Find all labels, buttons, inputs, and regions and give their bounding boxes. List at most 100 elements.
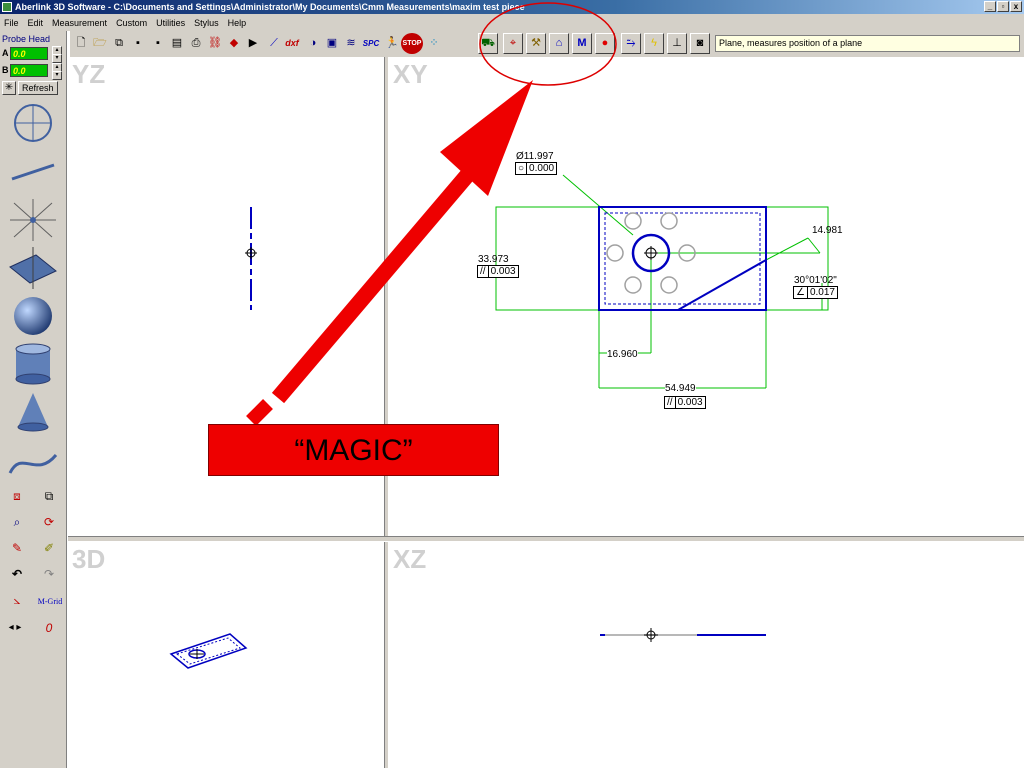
home-icon[interactable]: ⌂ — [549, 33, 569, 54]
point-feature-icon[interactable] — [6, 197, 60, 243]
cone-feature-icon[interactable] — [6, 389, 60, 435]
probe-a-field[interactable]: 0.0 — [10, 46, 48, 60]
xz-view-label: XZ — [393, 544, 427, 574]
bottom-parallel-symbol: // — [665, 397, 676, 408]
probe-b-field[interactable]: 0.0 — [10, 63, 48, 77]
refresh-row: ✳ Refresh — [2, 81, 58, 95]
menu-utilities[interactable]: Utilities — [156, 18, 185, 28]
save-icon[interactable]: ▪ — [130, 35, 146, 52]
spc-button[interactable]: SPC — [362, 35, 380, 52]
copy-icon[interactable]: ⧉ — [111, 35, 127, 52]
print-icon[interactable]: ⎙ — [188, 35, 204, 52]
chain-icon[interactable]: ⛓ — [207, 35, 223, 52]
xz-viewport[interactable]: XZ — [389, 542, 1024, 768]
main-toolbar: 🗋 🗁 ⧉ ▪ ▪ ▤ ⎙ ⛓ ◆ ▶ ⟋ dxf ◑ ▣ ≋ SPC 🏃 ST… — [70, 31, 1024, 57]
bottom-parallel-tolerance-box: // 0.003 — [664, 396, 706, 409]
report-icon[interactable]: ▤ — [169, 35, 185, 52]
sphere-feature-icon[interactable] — [6, 293, 60, 339]
m-button[interactable]: M — [572, 33, 592, 54]
rotate-view-icon[interactable]: ⟳ — [38, 513, 60, 531]
height-parallel-value: 0.003 — [490, 266, 516, 277]
save-as-icon[interactable]: ▪ — [150, 35, 166, 52]
right-dim-label: 14.981 — [812, 225, 843, 236]
maximize-button[interactable]: ▫ — [997, 1, 1009, 12]
refresh-button[interactable]: Refresh — [18, 81, 58, 95]
menu-help[interactable]: Help — [228, 18, 247, 28]
angle-tolerance-value: 0.017 — [809, 287, 835, 298]
window-title: Aberlink 3D Software - C:\Documents and … — [15, 2, 525, 12]
vertical-splitter[interactable] — [384, 57, 389, 768]
left-tool-panel: Probe Head A 0.0 ▴ ▾ B 0.0 ▴ ▾ ✳ Refresh — [0, 31, 67, 768]
angle-label: 30°01'02" — [794, 275, 837, 286]
circularity-symbol: ○ — [516, 163, 528, 174]
step-arrows-icon[interactable]: ◂ ▸ — [4, 619, 26, 637]
parallel-symbol: // — [478, 266, 489, 277]
angle-symbol: ∠ — [794, 287, 808, 298]
stop-button[interactable]: STOP — [401, 33, 423, 54]
menu-custom[interactable]: Custom — [116, 18, 147, 28]
probe-star-icon[interactable]: ✳ — [2, 81, 16, 95]
curve-feature-icon[interactable] — [6, 439, 60, 485]
3d-view-label: 3D — [72, 544, 106, 574]
zoom-icon[interactable]: ⌕ — [6, 513, 28, 531]
pen-icon[interactable]: ✐ — [38, 539, 60, 557]
bottom-parallel-value: 0.003 — [677, 397, 703, 408]
dxf-button[interactable]: dxf — [284, 35, 300, 52]
menu-bar: File Edit Measurement Custom Utilities S… — [0, 14, 1024, 31]
app-icon — [2, 2, 12, 12]
eraser-icon[interactable]: ✎ — [6, 539, 28, 557]
menu-measurement[interactable]: Measurement — [52, 18, 107, 28]
angle-tolerance-box: ∠ 0.017 — [793, 286, 838, 299]
horizontal-splitter[interactable] — [68, 536, 1024, 542]
close-button[interactable]: x — [1010, 1, 1022, 12]
status-field: Plane, measures position of a plane — [715, 35, 1020, 52]
view-fit-icon[interactable]: ⧈ — [6, 487, 28, 505]
palette-icon[interactable]: ◆ — [226, 35, 242, 52]
menu-stylus[interactable]: Stylus — [194, 18, 219, 28]
wave-icon[interactable]: ≋ — [343, 35, 359, 52]
magic-callout: “MAGIC” — [208, 424, 499, 476]
yz-view-label: YZ — [72, 59, 106, 89]
line-feature-icon[interactable] — [6, 149, 60, 195]
circularity-tolerance-box: ○ 0.000 — [515, 162, 558, 175]
plane-feature-icon[interactable] — [6, 245, 60, 291]
runner-icon[interactable]: 🏃 — [384, 35, 400, 52]
menu-edit[interactable]: Edit — [28, 18, 44, 28]
undo-icon[interactable]: ↶ — [6, 565, 28, 583]
xy-view-label: XY — [393, 59, 428, 89]
play-icon[interactable]: ▶ — [245, 35, 261, 52]
m-grid-button[interactable]: M-Grid — [34, 593, 66, 611]
zero-button[interactable]: 0 — [38, 619, 60, 637]
joystick-icon[interactable]: ⊥ — [667, 33, 687, 54]
measure-icon[interactable]: ⟋ — [266, 35, 282, 52]
cad-icon[interactable]: ◑ — [305, 35, 321, 52]
redo-icon[interactable]: ↷ — [38, 565, 60, 583]
bottom-small-dim-label: 16.960 — [607, 349, 638, 360]
circle-feature-icon[interactable] — [6, 100, 60, 146]
open-folder-icon[interactable]: 🗁 — [92, 35, 108, 52]
probe-a-row: A 0.0 — [2, 46, 48, 60]
lightning-icon[interactable]: ϟ — [644, 33, 664, 54]
probe-a-label: A — [2, 48, 9, 58]
probe-a-down-arrow-icon[interactable]: ▾ — [52, 54, 62, 63]
monitor-icon[interactable]: ▣ — [324, 35, 340, 52]
menu-file[interactable]: File — [4, 18, 19, 28]
minimize-button[interactable]: _ — [984, 1, 996, 12]
crosshair-button[interactable]: ⌖ — [503, 33, 523, 54]
probe-b-label: B — [2, 65, 9, 75]
view-copy-icon[interactable]: ⧉ — [38, 487, 60, 505]
probe-head-label: Probe Head — [2, 34, 51, 44]
camera-icon[interactable]: ◙ — [690, 33, 710, 54]
record-button[interactable]: ● — [595, 33, 615, 54]
cylinder-feature-icon[interactable] — [6, 341, 60, 387]
car-icon[interactable]: ⛟ — [478, 33, 498, 54]
3d-viewport[interactable]: 3D — [68, 542, 384, 768]
circularity-value: 0.000 — [529, 163, 555, 174]
probe-b-down-arrow-icon[interactable]: ▾ — [52, 71, 62, 80]
probe-icon[interactable]: ⥲ — [621, 33, 641, 54]
new-file-icon[interactable]: 🗋 — [73, 35, 89, 52]
probe-rack-icon[interactable]: ⚒ — [526, 33, 546, 54]
grid-tool-icon[interactable]: ⦣ — [6, 591, 28, 609]
nodes-icon[interactable]: ⁘ — [426, 35, 442, 52]
probe-b-row: B 0.0 — [2, 63, 48, 77]
